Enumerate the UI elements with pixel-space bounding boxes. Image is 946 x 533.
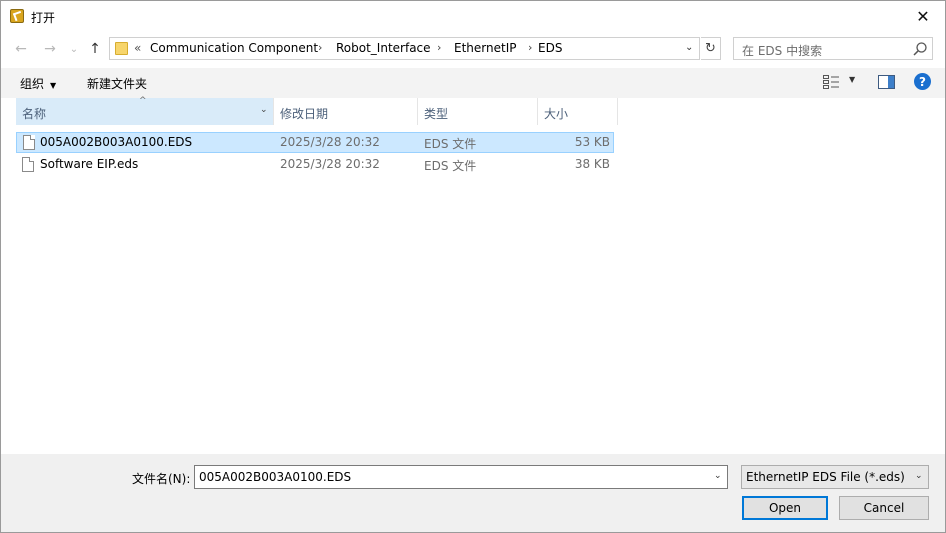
address-dropdown-icon[interactable]: ⌄ [685, 42, 693, 53]
file-size: 38 KB [574, 157, 610, 171]
breadcrumb-eds[interactable]: EDS [538, 41, 562, 55]
file-name: Software EIP.eds [40, 157, 139, 171]
organize-label: 组织 [20, 77, 45, 91]
title-bar[interactable] [1, 1, 945, 32]
sort-ascending-icon: ^ [139, 96, 147, 106]
open-button[interactable]: Open [742, 496, 828, 520]
file-type: EDS 文件 [424, 137, 477, 151]
filename-input[interactable]: 005A002B003A0100.EDS [199, 470, 351, 484]
filetype-select[interactable]: EthernetIP EDS File (*.eds) ⌄ [741, 465, 929, 489]
folder-icon [115, 42, 128, 55]
chevron-down-icon: ▼ [50, 81, 57, 90]
navigation-pane[interactable] [1, 98, 9, 454]
refresh-icon[interactable]: ↻ [701, 37, 721, 60]
breadcrumb-separator-icon[interactable]: › [528, 41, 532, 54]
overflow-breadcrumb-icon[interactable]: « [134, 41, 141, 55]
chevron-down-icon[interactable]: ⌄ [915, 471, 923, 481]
breadcrumb-separator-icon[interactable]: › [437, 41, 441, 54]
open-file-dialog: 打开 ✕ ← → ⌄ ↑ « Communication Component ›… [0, 0, 946, 533]
up-folder-icon[interactable]: ↑ [84, 39, 106, 59]
column-header-size[interactable]: 大小 [538, 98, 618, 125]
filename-label: 文件名(N): [132, 472, 191, 486]
preview-pane-icon[interactable] [878, 75, 895, 89]
file-modified: 2025/3/28 20:32 [280, 157, 380, 171]
file-modified: 2025/3/28 20:32 [280, 135, 380, 149]
view-options-icon[interactable] [823, 75, 839, 89]
dialog-title: 打开 [31, 11, 56, 25]
view-dropdown-icon[interactable]: ▼ [849, 75, 855, 84]
search-icon[interactable] [912, 41, 928, 57]
search-placeholder: 在 EDS 中搜索 [742, 44, 823, 58]
file-row[interactable]: 005A002B003A0100.EDS 2025/3/28 20:32 EDS… [16, 132, 614, 153]
breadcrumb-separator-icon[interactable]: › [318, 41, 322, 54]
app-icon [10, 9, 24, 23]
new-folder-button[interactable]: 新建文件夹 [87, 75, 147, 92]
filename-combobox[interactable]: 005A002B003A0100.EDS ⌄ [194, 465, 728, 489]
chevron-down-icon[interactable]: ⌄ [714, 471, 722, 481]
column-filter-dropdown-icon[interactable]: ⌄ [260, 105, 268, 115]
address-bar[interactable]: « Communication Component › Robot_Interf… [109, 37, 700, 60]
search-input[interactable]: 在 EDS 中搜索 [733, 37, 933, 60]
file-icon [22, 157, 34, 172]
back-icon[interactable]: ← [10, 39, 32, 59]
organize-button[interactable]: 组织 ▼ [20, 75, 56, 92]
breadcrumb-ethernetip[interactable]: EthernetIP [454, 41, 516, 55]
file-row[interactable]: Software EIP.eds 2025/3/28 20:32 EDS 文件 … [16, 154, 614, 175]
file-name: 005A002B003A0100.EDS [40, 135, 193, 149]
column-header-type[interactable]: 类型 [418, 98, 538, 125]
column-header-modified[interactable]: 修改日期 [274, 98, 418, 125]
breadcrumb-communication-component[interactable]: Communication Component [150, 41, 318, 55]
filetype-value: EthernetIP EDS File (*.eds) [746, 470, 905, 484]
help-icon[interactable]: ? [914, 73, 931, 90]
forward-icon[interactable]: → [39, 39, 61, 59]
recent-locations-icon[interactable]: ⌄ [63, 39, 85, 59]
breadcrumb-robot-interface[interactable]: Robot_Interface [336, 41, 431, 55]
file-icon [23, 135, 35, 150]
file-type: EDS 文件 [424, 159, 477, 173]
cancel-button[interactable]: Cancel [839, 496, 929, 520]
file-size: 53 KB [574, 135, 610, 149]
close-button[interactable]: ✕ [901, 1, 945, 31]
